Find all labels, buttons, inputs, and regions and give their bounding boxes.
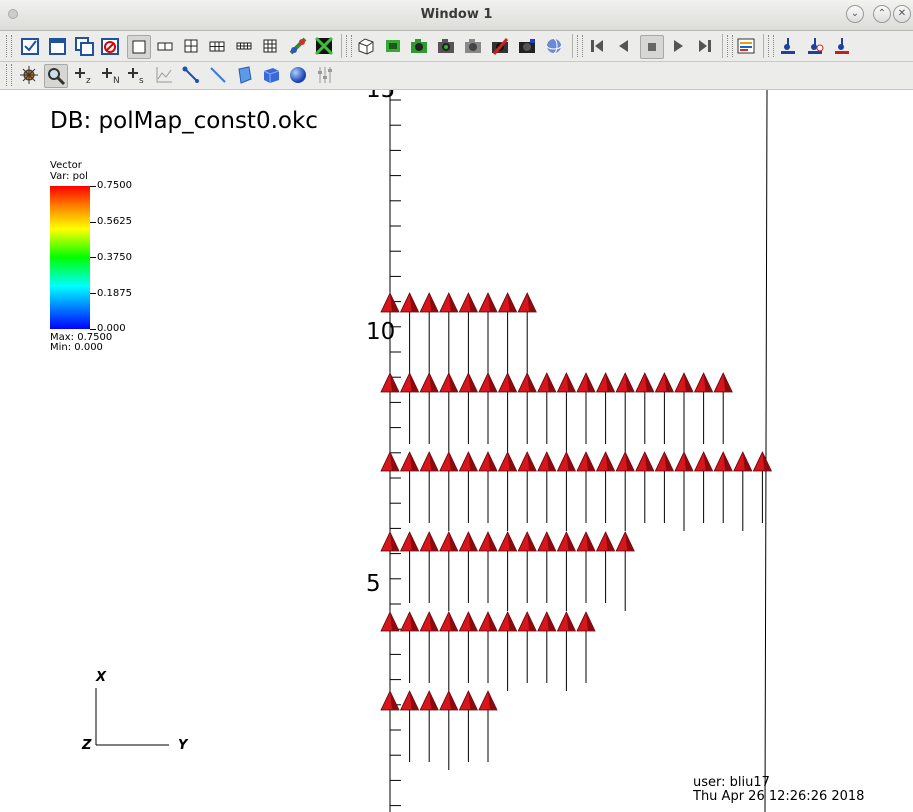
axis-triad	[95, 688, 169, 746]
axis-triad-z-label: Z	[82, 738, 92, 753]
render-timestamp: Thu Apr 26 12:26:26 2018	[693, 789, 865, 804]
user-name: user: bliu17	[693, 775, 770, 790]
axis-triad-y-label: Y	[178, 738, 188, 753]
axis-triad-x-label: X	[96, 670, 107, 685]
user-info: user: bliu17 Thu Apr 26 12:26:26 2018	[693, 776, 864, 804]
